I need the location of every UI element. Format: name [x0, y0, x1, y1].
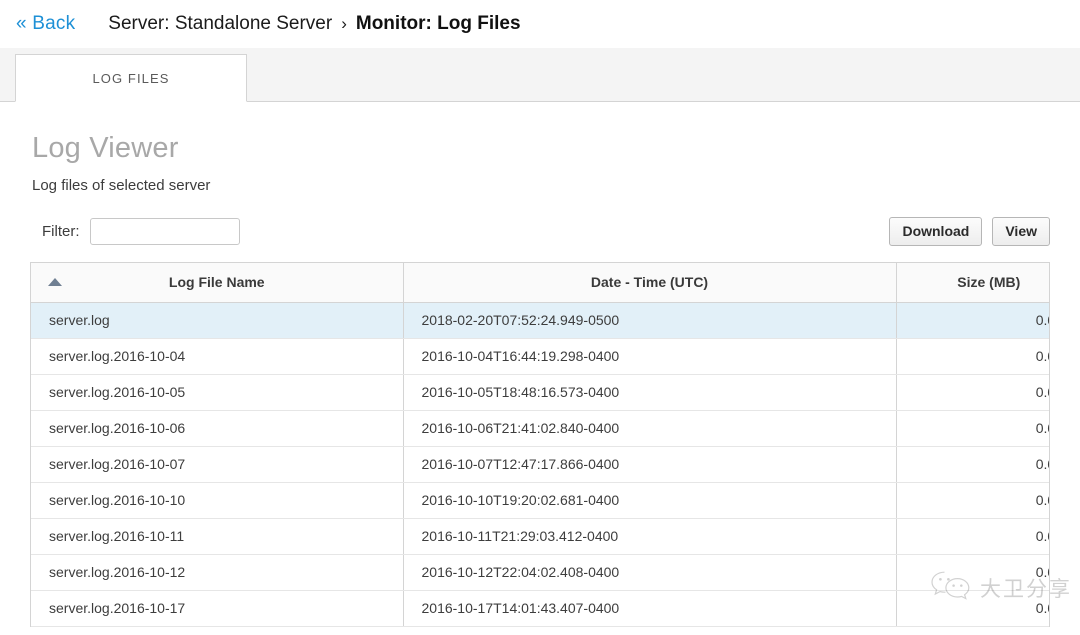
cell-log-file-name: server.log.2016-10-10 [31, 482, 403, 519]
cell-date-time: 2016-10-10T19:20:02.681-0400 [402, 482, 896, 519]
column-header-size-label: Size (MB) [957, 274, 1021, 291]
cell-size: 0.06 [895, 554, 1049, 591]
breadcrumb-parent[interactable]: Server: Standalone Server [108, 13, 332, 35]
table-row[interactable]: server.log.2016-10-17 2016-10-17T14:01:43… [31, 590, 1049, 627]
cell-date-time: 2016-10-07T12:47:17.866-0400 [402, 446, 896, 483]
cell-size: 0.09 [895, 302, 1049, 339]
column-header-date-time-label: Date - Time (UTC) [590, 274, 709, 291]
column-header-log-file-name-label: Log File Name [168, 274, 265, 291]
view-button[interactable]: View [992, 216, 1050, 246]
tab-log-files-label: LOG FILES [92, 70, 170, 86]
cell-log-file-name: server.log.2016-10-17 [31, 590, 403, 627]
main-content: Log Viewer Log files of selected server … [0, 132, 1080, 627]
cell-size: 0.05 [895, 482, 1049, 519]
download-button[interactable]: Download [889, 216, 983, 246]
cell-date-time: 2016-10-06T21:41:02.840-0400 [402, 410, 896, 447]
cell-log-file-name: server.log [31, 302, 403, 339]
cell-size: 0.01 [895, 338, 1049, 375]
column-header-log-file-name[interactable]: Log File Name [31, 263, 403, 303]
table-row[interactable]: server.log.2016-10-05 2016-10-05T18:48:16… [31, 374, 1049, 411]
cell-log-file-name: server.log.2016-10-07 [31, 446, 403, 483]
cell-size: 0.08 [895, 590, 1049, 627]
cell-log-file-name: server.log.2016-10-04 [31, 338, 403, 375]
cell-log-file-name: server.log.2016-10-12 [31, 554, 403, 591]
tab-log-files[interactable]: LOG FILES [15, 54, 247, 102]
breadcrumb-current: Monitor: Log Files [355, 13, 521, 34]
table-row[interactable]: server.log.2016-10-07 2016-10-07T12:47:17… [31, 446, 1049, 483]
sort-ascending-icon [48, 278, 62, 287]
table-row[interactable]: server.log.2016-10-12 2016-10-12T22:04:02… [31, 554, 1049, 591]
cell-size: 0.01 [895, 518, 1049, 555]
filter-group: Filter: [42, 217, 240, 245]
table-row[interactable]: server.log.2016-10-04 2016-10-04T16:44:19… [31, 338, 1049, 375]
filter-input[interactable] [89, 217, 240, 245]
table-row[interactable]: server.log.2016-10-11 2016-10-11T21:29:03… [31, 518, 1049, 555]
toolbar: Filter: Download View [30, 214, 1050, 248]
log-files-table-container: Log File Name Date - Time (UTC) Size (MB… [30, 262, 1050, 627]
filter-label: Filter: [42, 222, 80, 240]
cell-size: 0.02 [895, 446, 1049, 483]
page-title: Log Viewer [32, 132, 179, 164]
table-row[interactable]: server.log.2016-10-10 2016-10-10T19:20:02… [31, 482, 1049, 519]
back-link[interactable]: « Back [16, 13, 75, 35]
log-files-table: Log File Name Date - Time (UTC) Size (MB… [31, 263, 1049, 627]
cell-size: 0.01 [895, 410, 1049, 447]
column-header-date-time[interactable]: Date - Time (UTC) [402, 263, 896, 303]
table-row[interactable]: server.log.2016-10-06 2016-10-06T21:41:02… [31, 410, 1049, 447]
cell-date-time: 2018-02-20T07:52:24.949-0500 [402, 302, 896, 339]
cell-date-time: 2016-10-17T14:01:43.407-0400 [402, 590, 896, 627]
breadcrumb-separator-icon: › [341, 14, 347, 33]
tab-bar: LOG FILES [0, 48, 1080, 102]
cell-date-time: 2016-10-04T16:44:19.298-0400 [402, 338, 896, 375]
cell-date-time: 2016-10-05T18:48:16.573-0400 [402, 374, 896, 411]
page-subtitle: Log files of selected server [32, 177, 211, 194]
cell-log-file-name: server.log.2016-10-11 [31, 518, 403, 555]
table-header: Log File Name Date - Time (UTC) Size (MB… [31, 263, 1049, 303]
cell-size: 0.01 [895, 374, 1049, 411]
log-viewer-page: « Back Server: Standalone Server › Monit… [0, 0, 1080, 635]
table-header-row: Log File Name Date - Time (UTC) Size (MB… [31, 263, 1049, 303]
breadcrumb: « Back Server: Standalone Server › Monit… [0, 0, 1080, 48]
table-row[interactable]: server.log 2018-02-20T07:52:24.949-0500 0.… [31, 302, 1049, 339]
cell-date-time: 2016-10-12T22:04:02.408-0400 [402, 554, 896, 591]
cell-log-file-name: server.log.2016-10-06 [31, 410, 403, 447]
table-body: server.log 2018-02-20T07:52:24.949-0500 0.… [31, 302, 1049, 627]
cell-date-time: 2016-10-11T21:29:03.412-0400 [402, 518, 896, 555]
cell-log-file-name: server.log.2016-10-05 [31, 374, 403, 411]
column-header-size[interactable]: Size (MB) [895, 263, 1049, 303]
